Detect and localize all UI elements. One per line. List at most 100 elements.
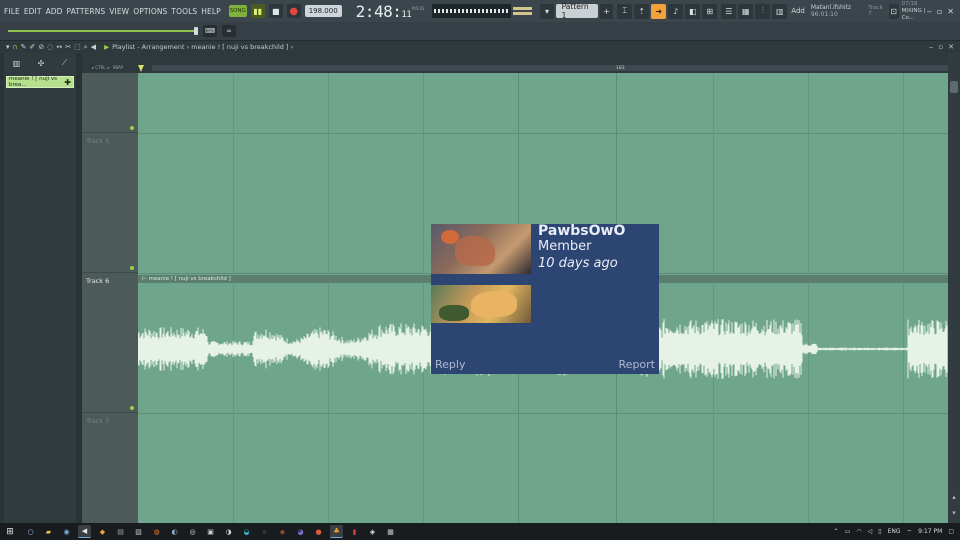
- countdown-icon[interactable]: ⊞: [702, 3, 718, 19]
- metronome-icon[interactable]: ♪: [668, 3, 684, 19]
- song-position-display[interactable]: 2:48:11M:S:CS: [356, 2, 424, 21]
- minimize-icon[interactable]: ‒: [927, 7, 932, 16]
- stop-button[interactable]: ■: [268, 4, 283, 18]
- terminal-icon[interactable]: ▣: [204, 525, 217, 538]
- menu-file[interactable]: FILE: [4, 7, 20, 16]
- pinned-app-icon[interactable]: ◀: [78, 525, 91, 538]
- reply-link[interactable]: Reply: [435, 358, 465, 374]
- blend-notes-icon[interactable]: ➜: [651, 3, 667, 19]
- picker-patterns-icon[interactable]: ▥: [13, 59, 21, 68]
- picker-clip-item[interactable]: meanie ! [ nuji vs brea... ✚: [6, 76, 74, 88]
- speaker-icon[interactable]: ◀: [91, 43, 96, 52]
- scroll-thumb[interactable]: [950, 81, 958, 93]
- picker-automation-icon[interactable]: ⟋: [62, 58, 68, 68]
- snap-icon[interactable]: ⌶: [617, 3, 633, 19]
- scroll-down-icon[interactable]: ▾: [952, 509, 956, 517]
- forum-notification-overlay[interactable]: PawbsOwO Member 10 days ago Reply Report: [431, 223, 659, 374]
- user-name[interactable]: PawbsOwO: [538, 223, 625, 239]
- options-arrow-icon[interactable]: ▾: [6, 43, 10, 52]
- tray-volume-icon[interactable]: ◁: [868, 528, 873, 535]
- app-red2-icon[interactable]: ▮: [348, 525, 361, 538]
- tray-clock[interactable]: 9:17 PM: [918, 528, 942, 535]
- app-orange-icon[interactable]: ●: [312, 525, 325, 538]
- slip-icon[interactable]: ↔: [56, 43, 62, 52]
- playhead-marker-icon[interactable]: [138, 65, 144, 72]
- firefox-icon[interactable]: ◍: [150, 525, 163, 538]
- fl-studio-icon[interactable]: ♣: [330, 525, 343, 538]
- pattern-selector[interactable]: ▾ Pattern 1 +: [540, 2, 614, 20]
- tray-wifi2-icon[interactable]: ⌔: [907, 528, 913, 536]
- game-app-icon[interactable]: ◆: [96, 525, 109, 538]
- tray-arrow-icon[interactable]: ⌃: [834, 528, 839, 535]
- discord-icon[interactable]: ◕: [294, 525, 307, 538]
- menu-add[interactable]: ADD: [46, 7, 63, 16]
- record-button[interactable]: ●: [286, 4, 301, 18]
- file-explorer-icon[interactable]: ▰: [42, 525, 55, 538]
- piano-roll-icon[interactable]: ▦: [738, 3, 754, 19]
- playlist-minimize-icon[interactable]: ‒: [929, 43, 933, 51]
- edge-icon[interactable]: ◒: [240, 525, 253, 538]
- mixer-icon[interactable]: ⫶: [755, 3, 771, 19]
- time-ruler[interactable]: ▸ CTRL ◂ · SNAP 183: [82, 53, 948, 73]
- github-icon[interactable]: ◎: [186, 525, 199, 538]
- track-header-7[interactable]: Track 7: [82, 413, 138, 523]
- select-icon[interactable]: ⬚: [74, 43, 81, 52]
- obs-icon[interactable]: ◑: [222, 525, 235, 538]
- playlist-icon[interactable]: ☰: [721, 3, 737, 19]
- track-header-6[interactable]: Track 6: [82, 273, 138, 413]
- app-grey-icon[interactable]: ▦: [384, 525, 397, 538]
- playlist-maximize-icon[interactable]: ▫: [938, 43, 943, 51]
- vertical-scrollbar[interactable]: ▴ ▾: [948, 53, 960, 523]
- notification-icon[interactable]: ▢: [948, 528, 954, 535]
- track-header-5[interactable]: Track 5: [82, 133, 138, 273]
- steam-icon[interactable]: ◐: [168, 525, 181, 538]
- track-led-icon[interactable]: [130, 126, 134, 130]
- mute-icon[interactable]: ◌: [47, 43, 53, 52]
- zoom-icon[interactable]: ⌕: [84, 43, 88, 52]
- wait-input-icon[interactable]: ◧: [685, 3, 701, 19]
- tray-battery-icon[interactable]: ▯: [878, 528, 881, 535]
- track-header-4[interactable]: [82, 73, 138, 133]
- song-mode-toggle[interactable]: SONG: [228, 5, 247, 17]
- cart-icon[interactable]: ⊡: [888, 3, 899, 19]
- tray-wifi-icon[interactable]: ◠: [856, 528, 861, 535]
- scroll-up-icon[interactable]: ▴: [952, 493, 956, 501]
- search-icon[interactable]: ○: [24, 525, 37, 538]
- chat-app-icon[interactable]: ◉: [60, 525, 73, 538]
- tray-language[interactable]: ENG: [888, 528, 901, 535]
- menu-options[interactable]: OPTIONS: [133, 7, 167, 16]
- close-icon[interactable]: ✕: [947, 7, 954, 16]
- slice-icon[interactable]: ✂: [65, 43, 71, 52]
- magnet-icon[interactable]: ∩: [13, 43, 18, 52]
- eraser-icon[interactable]: ⊘: [38, 43, 44, 52]
- menu-tools[interactable]: TOOLS: [171, 7, 197, 16]
- media-app-icon[interactable]: ▧: [132, 525, 145, 538]
- app-icon[interactable]: ▪: [258, 525, 271, 538]
- windows-start-icon[interactable]: ⊞: [0, 523, 20, 540]
- track-led-icon[interactable]: [130, 406, 134, 410]
- settings-app-icon[interactable]: ▤: [114, 525, 127, 538]
- picker-audio-icon[interactable]: ✣: [38, 59, 45, 68]
- play-pause-button[interactable]: ▮▮: [250, 4, 265, 18]
- add-menu-label[interactable]: Add: [791, 7, 805, 15]
- app-red-icon[interactable]: ◆: [276, 525, 289, 538]
- app-white-icon[interactable]: ◈: [366, 525, 379, 538]
- tempo-display[interactable]: 198.000: [304, 5, 342, 17]
- menu-patterns[interactable]: PATTERNS: [67, 7, 106, 16]
- channel-rack-icon[interactable]: ▥: [772, 3, 788, 19]
- pencil-icon[interactable]: ✎: [21, 43, 27, 52]
- menu-edit[interactable]: EDIT: [24, 7, 42, 16]
- tray-network-icon[interactable]: ▭: [845, 528, 851, 535]
- pattern-add-icon[interactable]: +: [599, 3, 614, 19]
- maximize-icon[interactable]: ▫: [937, 7, 942, 16]
- picker-clip-add-icon[interactable]: ✚: [64, 78, 71, 87]
- track-led-icon[interactable]: [130, 266, 134, 270]
- typing-keyboard-icon[interactable]: ⌨: [203, 25, 217, 37]
- report-link[interactable]: Report: [619, 358, 655, 374]
- ruler-bar[interactable]: [152, 65, 948, 71]
- master-volume-slider[interactable]: [8, 27, 198, 35]
- pattern-selected[interactable]: Pattern 1: [555, 2, 598, 20]
- playlist-close-icon[interactable]: ✕: [948, 43, 954, 51]
- step-edit-icon[interactable]: ⇡: [634, 3, 650, 19]
- brush-icon[interactable]: ✐: [30, 43, 36, 52]
